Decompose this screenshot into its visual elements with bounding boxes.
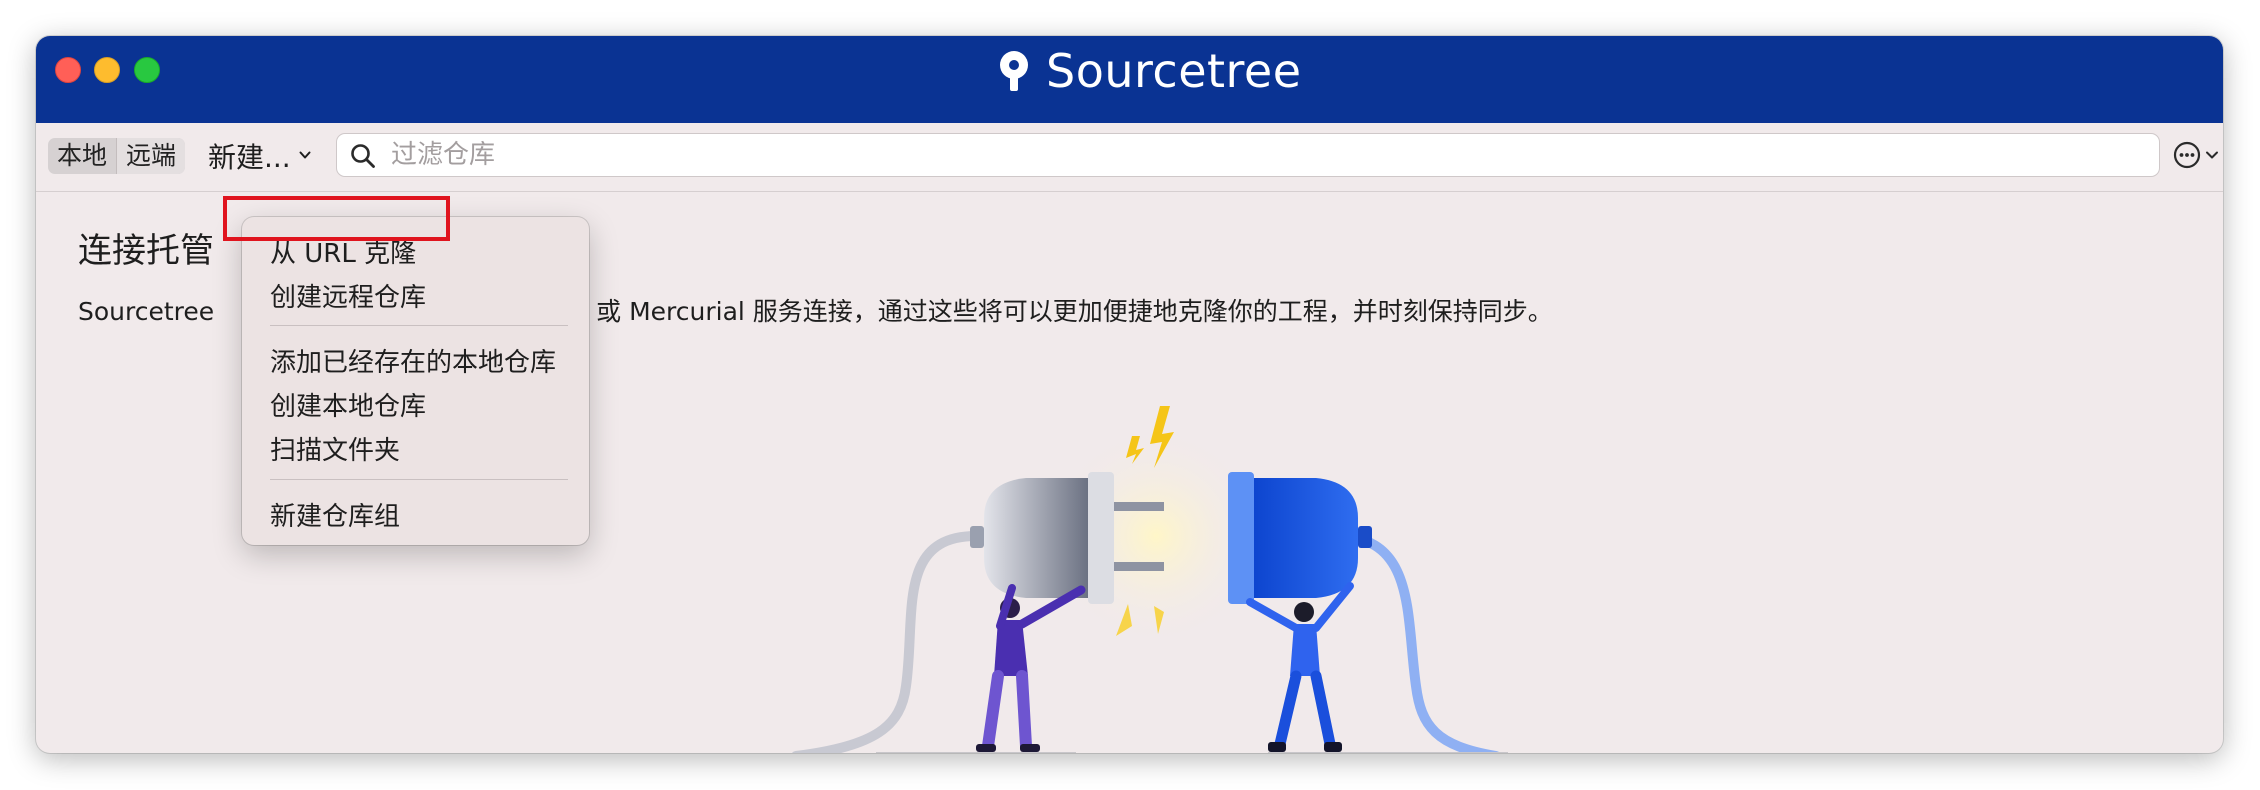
- location-segmented-control: 本地 远端: [48, 138, 186, 174]
- menu-item-add-existing-local-repo[interactable]: 添加已经存在的本地仓库: [270, 342, 556, 379]
- title-bar[interactable]: Sourcetree: [36, 36, 2223, 123]
- more-options-button[interactable]: [2173, 141, 2219, 169]
- zoom-window-button[interactable]: [134, 57, 160, 83]
- menu-item-scan-folder[interactable]: 扫描文件夹: [270, 430, 400, 467]
- app-window: Sourcetree 本地 远端 新建... 过滤仓库 连接托管 Sourcet…: [36, 36, 2223, 753]
- new-dropdown-menu: 从 URL 克隆 创建远程仓库 添加已经存在的本地仓库 创建本地仓库 扫描文件夹…: [242, 217, 589, 545]
- menu-item-create-remote-repo[interactable]: 创建远程仓库: [270, 277, 426, 314]
- more-options-icon: [2173, 141, 2201, 169]
- menu-item-create-local-repo[interactable]: 创建本地仓库: [270, 386, 426, 423]
- description-start: Sourcetree: [78, 297, 215, 326]
- sourcetree-logo-icon: [1000, 51, 1028, 91]
- new-menu-button[interactable]: 新建...: [208, 136, 311, 176]
- close-window-button[interactable]: [55, 57, 81, 83]
- toolbar: 本地 远端 新建...: [36, 123, 2223, 192]
- search-icon: [351, 144, 375, 168]
- chevron-down-icon: [2206, 151, 2218, 159]
- menu-item-new-repo-group[interactable]: 新建仓库组: [270, 496, 400, 533]
- tab-remote[interactable]: 远端: [116, 138, 186, 174]
- annotation-highlight-box: [223, 196, 450, 241]
- app-brand: Sourcetree: [996, 44, 1302, 98]
- menu-separator: [270, 479, 568, 480]
- minimize-window-button[interactable]: [94, 57, 120, 83]
- repository-filter: [336, 133, 2160, 177]
- plug-connection-illustration: [792, 406, 1508, 753]
- chevron-down-icon: [299, 151, 311, 159]
- menu-separator: [270, 325, 568, 326]
- new-menu-label: 新建...: [208, 141, 291, 174]
- tab-local[interactable]: 本地: [48, 138, 116, 174]
- page-title: 连接托管: [78, 231, 214, 271]
- app-title: Sourcetree: [1046, 44, 1302, 98]
- description-end: Git 或 Mercurial 服务连接，通过这些将可以更加便捷地克隆你的工程，…: [552, 297, 1553, 326]
- filter-input[interactable]: [389, 138, 2093, 172]
